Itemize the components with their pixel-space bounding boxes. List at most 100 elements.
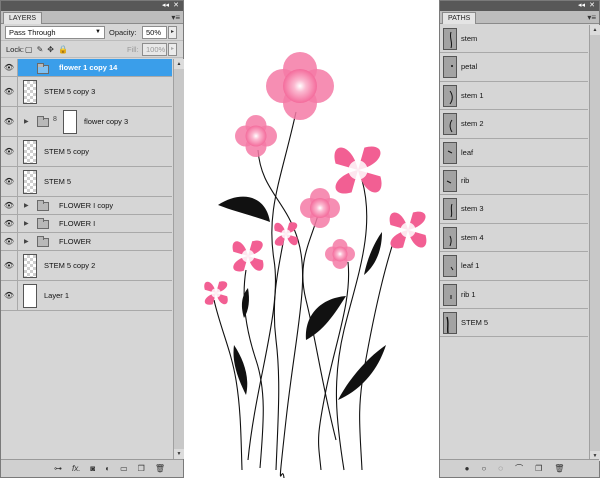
fill-arrow-icon[interactable]: ▸	[168, 43, 177, 56]
stem-path	[247, 111, 297, 461]
lock-all-icon[interactable]: 🔒	[58, 43, 68, 56]
layer-thumbnail	[23, 170, 37, 194]
path-row[interactable]: stem	[440, 25, 588, 54]
path-thumbnail	[443, 28, 457, 50]
layers-titlebar[interactable]: ◂◂ ✕	[1, 1, 183, 11]
lock-pixels-icon[interactable]: ✎	[37, 43, 44, 56]
path-name: leaf 1	[461, 261, 480, 271]
folder-icon	[37, 63, 49, 74]
eye-icon[interactable]: 👁	[1, 107, 18, 136]
layers-scrollbar[interactable]: ▲ ▼	[173, 59, 184, 459]
layer-name: FLOWER I	[59, 219, 96, 228]
leaf-shape	[305, 296, 346, 340]
new-group-icon[interactable]: ▭	[120, 464, 128, 473]
path-name: stem 3	[461, 204, 484, 214]
layer-row[interactable]: 👁 ▶ FLOWER I copy	[1, 197, 172, 215]
load-selection-icon[interactable]: ◌	[498, 464, 503, 473]
layer-mask-thumbnail[interactable]	[63, 110, 77, 134]
work-path-icon[interactable]: ⌒	[515, 463, 523, 474]
adjustment-icon[interactable]: ◐	[105, 464, 110, 473]
opacity-label: Opacity:	[109, 28, 137, 37]
path-row[interactable]: leaf 1	[440, 252, 588, 281]
path-name: rib 1	[461, 289, 476, 299]
scroll-down-icon[interactable]: ▼	[174, 449, 184, 459]
eye-icon[interactable]: 👁	[1, 59, 18, 76]
path-thumbnail	[443, 255, 457, 278]
flower-artwork	[204, 52, 427, 478]
scroll-up-icon[interactable]: ▲	[590, 25, 600, 35]
trash-icon[interactable]: 🗑	[554, 464, 564, 473]
close-icon[interactable]: ✕	[589, 1, 595, 11]
collapse-icon[interactable]: ◂◂	[578, 1, 585, 11]
document-canvas[interactable]	[186, 0, 438, 478]
leaf-shape	[233, 345, 248, 395]
path-row[interactable]: stem 4	[440, 224, 588, 253]
tab-paths[interactable]: PATHS	[442, 12, 477, 24]
eye-icon[interactable]: 👁	[1, 251, 18, 280]
blend-mode-select[interactable]: Pass Through ▼	[5, 26, 105, 39]
panel-menu-icon[interactable]: ▾≡	[171, 12, 180, 23]
new-path-icon[interactable]: ❐	[535, 464, 542, 473]
eye-icon[interactable]: 👁	[1, 233, 18, 250]
fx-icon[interactable]: fx.	[72, 464, 80, 473]
layer-row[interactable]: 👁 STEM 5 copy	[1, 137, 172, 167]
path-name: petal	[461, 62, 478, 72]
opacity-arrow-icon[interactable]: ▸	[168, 26, 177, 39]
eye-icon[interactable]: 👁	[1, 77, 18, 106]
path-thumbnail	[443, 283, 457, 306]
eye-icon[interactable]: 👁	[1, 215, 18, 232]
opacity-field[interactable]: 50%	[142, 26, 167, 39]
path-list: stem petal stem 1 stem 2 leaf rib stem 3…	[440, 25, 588, 338]
path-row[interactable]: stem 2	[440, 110, 588, 139]
path-row[interactable]: rib	[440, 167, 588, 196]
new-layer-icon[interactable]: ❐	[138, 464, 145, 473]
layer-name: flower copy 3	[84, 117, 129, 126]
trash-icon[interactable]: 🗑	[155, 464, 165, 473]
stroke-path-icon[interactable]: ○	[481, 464, 486, 473]
fill-path-icon[interactable]: ●	[465, 464, 470, 473]
lock-position-icon[interactable]: ✥	[47, 43, 54, 56]
layer-row[interactable]: 👁 STEM 5	[1, 167, 172, 197]
scroll-up-icon[interactable]: ▲	[174, 59, 184, 69]
paths-titlebar[interactable]: ◂◂ ✕	[440, 1, 599, 11]
panel-menu-icon[interactable]: ▾≡	[587, 12, 596, 23]
layer-row[interactable]: 👁 ▶ 8 flower copy 3	[1, 107, 172, 137]
layer-row[interactable]: 👁 ▶ FLOWER	[1, 233, 172, 251]
tab-layers[interactable]: LAYERS	[3, 12, 43, 24]
link-icon: 8	[53, 116, 57, 123]
stem-path	[318, 261, 350, 471]
eye-icon[interactable]: 👁	[1, 167, 18, 196]
expand-triangle-icon[interactable]: ▶	[24, 238, 29, 245]
path-row[interactable]: rib 1	[440, 281, 588, 309]
layer-row[interactable]: 👁 flower 1 copy 14	[1, 59, 172, 77]
layer-list: 👁 flower 1 copy 14 👁 STEM 5 copy 3 👁 ▶ 8…	[1, 59, 172, 311]
path-name: rib	[461, 175, 470, 185]
layer-row[interactable]: 👁 STEM 5 copy 3	[1, 77, 172, 107]
expand-triangle-icon[interactable]: ▶	[24, 202, 29, 209]
eye-icon[interactable]: 👁	[1, 281, 18, 310]
eye-icon[interactable]: 👁	[1, 197, 18, 214]
lock-label: Lock:	[6, 45, 24, 54]
paths-scrollbar[interactable]: ▲ ▼	[589, 25, 600, 461]
collapse-icon[interactable]: ◂◂	[162, 1, 169, 11]
close-icon[interactable]: ✕	[173, 1, 179, 11]
path-row[interactable]: stem 3	[440, 195, 588, 224]
path-row[interactable]: stem 1	[440, 82, 588, 111]
lock-transparency-icon[interactable]: ▢	[25, 43, 33, 56]
leaf-shape	[241, 288, 249, 318]
mask-icon[interactable]: ◙	[90, 464, 95, 473]
layer-row[interactable]: 👁 Layer 1	[1, 281, 172, 311]
path-row[interactable]: petal	[440, 53, 588, 82]
layer-row[interactable]: 👁 ▶ FLOWER I	[1, 215, 172, 233]
flower-cross-right	[389, 211, 427, 249]
link-icon[interactable]: ⊶	[54, 464, 62, 473]
eye-icon[interactable]: 👁	[1, 137, 18, 166]
expand-triangle-icon[interactable]: ▶	[24, 118, 29, 125]
fill-field[interactable]: 100%	[142, 43, 167, 56]
path-name: STEM 5	[461, 317, 489, 327]
path-row[interactable]: leaf	[440, 139, 588, 167]
path-row[interactable]: STEM 5	[440, 309, 588, 338]
layer-row[interactable]: 👁 STEM 5 copy 2	[1, 251, 172, 281]
expand-triangle-icon[interactable]: ▶	[24, 220, 29, 227]
stem-path	[257, 149, 304, 478]
